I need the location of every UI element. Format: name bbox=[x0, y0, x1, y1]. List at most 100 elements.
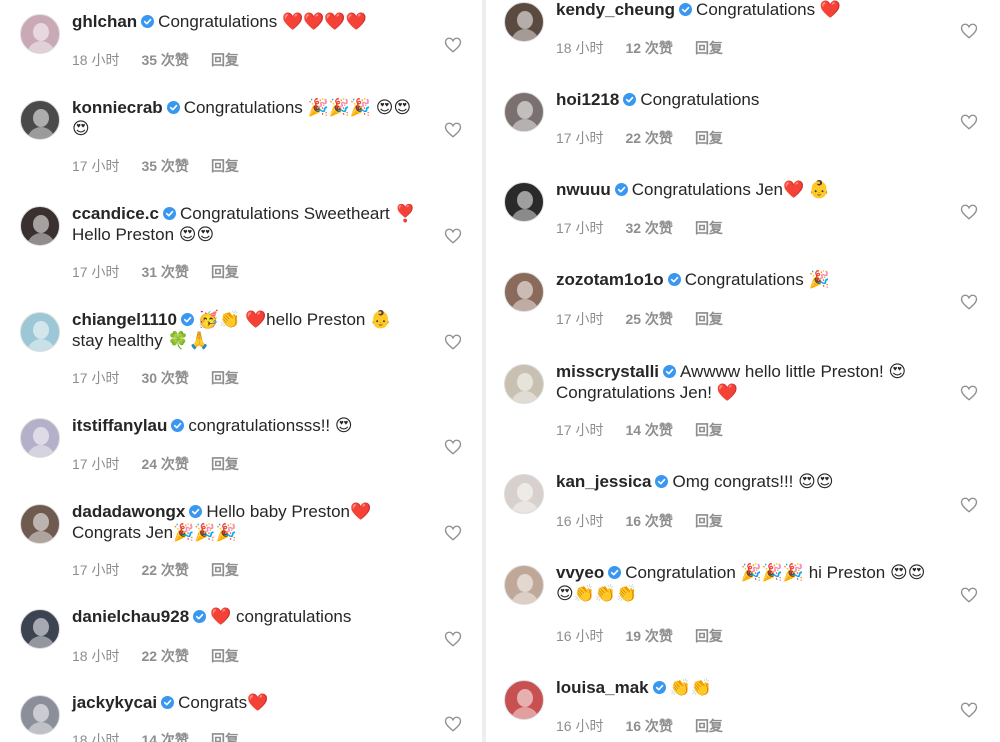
like-heart-icon[interactable] bbox=[444, 333, 462, 351]
avatar[interactable] bbox=[504, 565, 544, 605]
avatar[interactable] bbox=[20, 418, 60, 458]
like-heart-icon[interactable] bbox=[960, 22, 978, 40]
like-count[interactable]: 31 次赞 bbox=[141, 264, 188, 280]
reply-button[interactable]: 回复 bbox=[211, 732, 239, 742]
reply-button[interactable]: 回复 bbox=[695, 513, 723, 529]
reply-button[interactable]: 回复 bbox=[695, 628, 723, 644]
like-count[interactable]: 32 次赞 bbox=[625, 220, 672, 236]
like-count[interactable]: 22 次赞 bbox=[141, 648, 188, 664]
reply-button[interactable]: 回复 bbox=[211, 456, 239, 472]
comment-time[interactable]: 16 小时 bbox=[556, 628, 603, 644]
avatar[interactable] bbox=[504, 272, 544, 312]
comment-time[interactable]: 17 小时 bbox=[72, 562, 119, 578]
username-link[interactable]: louisa_mak bbox=[556, 678, 649, 697]
comment-time[interactable]: 16 小时 bbox=[556, 513, 603, 529]
avatar[interactable] bbox=[20, 206, 60, 246]
avatar[interactable] bbox=[20, 695, 60, 735]
reply-button[interactable]: 回复 bbox=[695, 718, 723, 734]
comment-time[interactable]: 17 小时 bbox=[556, 220, 603, 236]
like-count[interactable]: 35 次赞 bbox=[141, 52, 188, 68]
avatar[interactable] bbox=[20, 312, 60, 352]
avatar[interactable] bbox=[20, 504, 60, 544]
like-heart-icon[interactable] bbox=[960, 293, 978, 311]
username-link[interactable]: itstiffanylau bbox=[72, 416, 167, 435]
like-heart-icon[interactable] bbox=[444, 36, 462, 54]
like-heart-icon[interactable] bbox=[444, 630, 462, 648]
comment-time[interactable]: 17 小时 bbox=[556, 422, 603, 438]
username-link[interactable]: kendy_cheung bbox=[556, 0, 675, 19]
reply-button[interactable]: 回复 bbox=[211, 648, 239, 664]
like-heart-icon[interactable] bbox=[960, 203, 978, 221]
comment-time[interactable]: 17 小时 bbox=[556, 130, 603, 146]
username-link[interactable]: nwuuu bbox=[556, 180, 611, 199]
avatar[interactable] bbox=[504, 364, 544, 404]
comment-time[interactable]: 18 小时 bbox=[556, 40, 603, 56]
username-link[interactable]: konniecrab bbox=[72, 98, 163, 117]
username-link[interactable]: ccandice.c bbox=[72, 204, 159, 223]
like-heart-icon[interactable] bbox=[444, 438, 462, 456]
like-count[interactable]: 12 次赞 bbox=[625, 40, 672, 56]
username-link[interactable]: zozotam1o1o bbox=[556, 270, 664, 289]
username-link[interactable]: jackykycai bbox=[72, 693, 157, 712]
like-count[interactable]: 14 次赞 bbox=[141, 732, 188, 742]
reply-button[interactable]: 回复 bbox=[695, 130, 723, 146]
reply-button[interactable]: 回复 bbox=[211, 52, 239, 68]
comment-time[interactable]: 17 小时 bbox=[72, 370, 119, 386]
like-count[interactable]: 16 次赞 bbox=[625, 718, 672, 734]
like-heart-icon[interactable] bbox=[960, 113, 978, 131]
like-heart-icon[interactable] bbox=[960, 496, 978, 514]
comment-time[interactable]: 18 小时 bbox=[72, 732, 119, 742]
like-count[interactable]: 14 次赞 bbox=[625, 422, 672, 438]
like-count[interactable]: 16 次赞 bbox=[625, 513, 672, 529]
like-count[interactable]: 22 次赞 bbox=[141, 562, 188, 578]
comment-text: ❤️ congratulations bbox=[210, 607, 352, 626]
comment-time[interactable]: 16 小时 bbox=[556, 718, 603, 734]
like-heart-icon[interactable] bbox=[960, 586, 978, 604]
username-link[interactable]: ghlchan bbox=[72, 12, 137, 31]
avatar[interactable] bbox=[20, 609, 60, 649]
like-heart-icon[interactable] bbox=[960, 701, 978, 719]
like-heart-icon[interactable] bbox=[444, 715, 462, 733]
like-heart-icon[interactable] bbox=[444, 121, 462, 139]
avatar[interactable] bbox=[504, 2, 544, 42]
username-link[interactable]: misscrystalli bbox=[556, 362, 659, 381]
comment-time[interactable]: 17 小时 bbox=[556, 311, 603, 327]
avatar[interactable] bbox=[504, 182, 544, 222]
avatar[interactable] bbox=[504, 474, 544, 514]
reply-button[interactable]: 回复 bbox=[695, 220, 723, 236]
comment-time[interactable]: 18 小时 bbox=[72, 648, 119, 664]
username-link[interactable]: dadadawongx bbox=[72, 502, 185, 521]
like-heart-icon[interactable] bbox=[960, 384, 978, 402]
verified-badge-icon bbox=[166, 98, 180, 114]
comment-time[interactable]: 18 小时 bbox=[72, 52, 119, 68]
reply-button[interactable]: 回复 bbox=[211, 264, 239, 280]
reply-button[interactable]: 回复 bbox=[695, 40, 723, 56]
like-count[interactable]: 30 次赞 bbox=[141, 370, 188, 386]
like-count[interactable]: 24 次赞 bbox=[141, 456, 188, 472]
comment-meta: 17 小时 31 次赞 回复 bbox=[72, 262, 261, 282]
like-heart-icon[interactable] bbox=[444, 227, 462, 245]
like-count[interactable]: 19 次赞 bbox=[625, 628, 672, 644]
reply-button[interactable]: 回复 bbox=[211, 370, 239, 386]
avatar[interactable] bbox=[504, 92, 544, 132]
username-link[interactable]: kan_jessica bbox=[556, 472, 651, 491]
username-link[interactable]: chiangel1110 bbox=[72, 310, 177, 329]
avatar[interactable] bbox=[20, 100, 60, 140]
like-count[interactable]: 25 次赞 bbox=[625, 311, 672, 327]
comment-meta: 17 小时 22 次赞 回复 bbox=[556, 128, 745, 148]
reply-button[interactable]: 回复 bbox=[211, 562, 239, 578]
username-link[interactable]: vvyeo bbox=[556, 563, 604, 582]
username-link[interactable]: hoi1218 bbox=[556, 90, 619, 109]
comment-time[interactable]: 17 小时 bbox=[72, 456, 119, 472]
like-count[interactable]: 35 次赞 bbox=[141, 158, 188, 174]
comment-time[interactable]: 17 小时 bbox=[72, 264, 119, 280]
reply-button[interactable]: 回复 bbox=[695, 422, 723, 438]
like-heart-icon[interactable] bbox=[444, 524, 462, 542]
avatar[interactable] bbox=[504, 680, 544, 720]
avatar[interactable] bbox=[20, 14, 60, 54]
reply-button[interactable]: 回复 bbox=[211, 158, 239, 174]
comment-time[interactable]: 17 小时 bbox=[72, 158, 119, 174]
like-count[interactable]: 22 次赞 bbox=[625, 130, 672, 146]
username-link[interactable]: danielchau928 bbox=[72, 607, 189, 626]
reply-button[interactable]: 回复 bbox=[695, 311, 723, 327]
